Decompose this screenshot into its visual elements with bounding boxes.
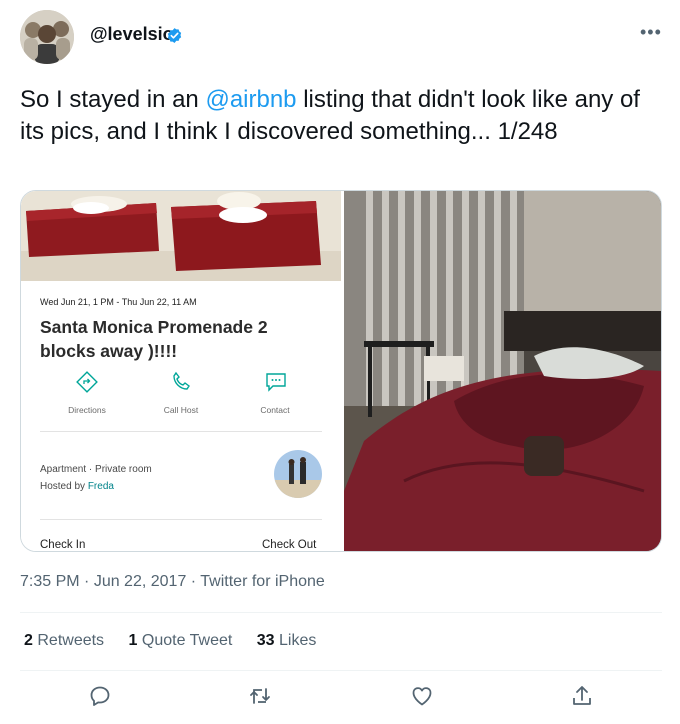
separator (20, 670, 662, 671)
tweet-media[interactable]: Wed Jun 21, 1 PM - Thu Jun 22, 11 AM San… (20, 190, 662, 552)
verified-badge-icon (167, 28, 182, 43)
bedroom-photo-image (344, 191, 661, 551)
author-handle[interactable]: @levelsio (90, 24, 174, 45)
listing-dates: Wed Jun 21, 1 PM - Thu Jun 22, 11 AM (40, 297, 197, 307)
room-type: Apartment · Private room (40, 464, 152, 475)
tweet-text: So I stayed in an @airbnb listing that d… (20, 86, 640, 145)
likes-stat[interactable]: 33 Likes (257, 632, 317, 649)
towels-photo (21, 191, 341, 281)
directions-icon (76, 371, 98, 393)
directions-label: Directions (68, 405, 106, 415)
check-out-label: Check Out (262, 539, 317, 551)
card-divider (40, 519, 322, 520)
retweet-icon[interactable] (248, 684, 272, 708)
contact-label: Contact (260, 405, 290, 415)
author-avatar[interactable] (20, 10, 74, 64)
share-icon[interactable] (570, 684, 594, 708)
engagement-stats: 2 Retweets 1 Quote Tweet 33 Likes (24, 632, 336, 650)
host-avatar (274, 450, 322, 498)
hosted-by: Hosted by Freda (40, 481, 114, 492)
mention-link[interactable]: @airbnb (205, 86, 296, 113)
host-name-link[interactable]: Freda (88, 481, 114, 492)
listing-screenshot[interactable]: Wed Jun 21, 1 PM - Thu Jun 22, 11 AM San… (21, 191, 341, 551)
tweet-source[interactable]: Twitter for iPhone (200, 573, 325, 590)
quote-tweets-stat[interactable]: 1 Quote Tweet (129, 632, 233, 649)
phone-icon (173, 371, 190, 390)
separator (20, 612, 662, 613)
retweets-stat[interactable]: 2 Retweets (24, 632, 104, 649)
chat-icon (266, 373, 286, 392)
listing-title: Santa Monica Promenade 2 blocks away )!!… (40, 317, 268, 361)
reply-icon[interactable] (88, 684, 112, 708)
like-icon[interactable] (410, 684, 434, 708)
more-options-icon[interactable]: ••• (640, 22, 662, 43)
contact-button[interactable]: Contact (245, 371, 305, 415)
call-host-button[interactable]: Call Host (151, 371, 211, 415)
tweet-timestamp[interactable]: 7:35 PM · Jun 22, 2017 · Twitter for iPh… (20, 573, 325, 591)
call-host-label: Call Host (163, 405, 199, 415)
bedroom-photo[interactable] (344, 191, 661, 551)
listing-details: Apartment · Private room Hosted by Freda (40, 461, 152, 495)
directions-button[interactable]: Directions (57, 371, 117, 415)
card-divider (40, 431, 322, 432)
check-in-label: Check In (40, 539, 86, 551)
